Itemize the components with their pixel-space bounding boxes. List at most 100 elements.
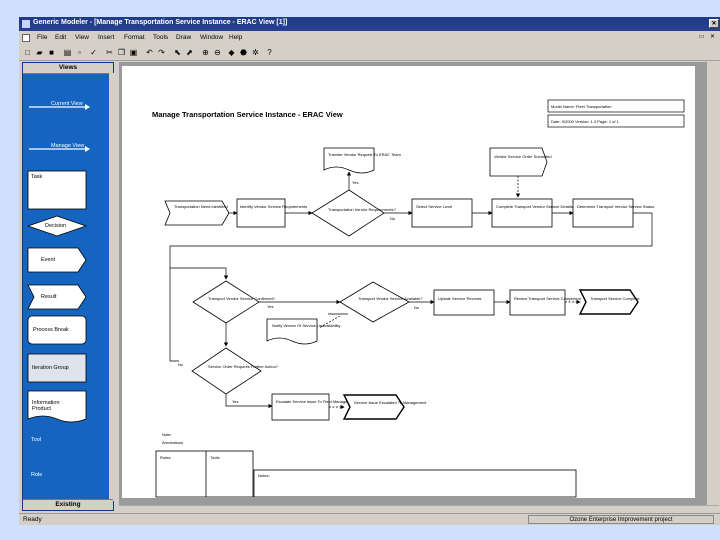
stencil-scrollbar[interactable]	[109, 73, 114, 501]
decision3-label: Transport Vendor Service Available?	[358, 296, 423, 301]
redo-icon[interactable]: ↷	[157, 48, 166, 57]
stencil-panel: Views Current View Manage View Task Deci…	[22, 62, 114, 511]
legend-roles: Roles:	[160, 455, 171, 460]
task-review-label: Review Transport Service Completion	[514, 296, 581, 301]
open-icon[interactable]: ▰	[35, 48, 44, 57]
event-top-label: Vendor Service Order Submitted	[494, 154, 552, 159]
yes-label-2: Yes	[267, 304, 274, 309]
decision2-shape[interactable]	[192, 280, 260, 324]
menu-file[interactable]: File	[37, 34, 47, 41]
color-icon[interactable]: ◆	[227, 48, 236, 57]
stencil-role[interactable]: Role	[31, 472, 42, 478]
title-bar: Generic Modeler - [Manage Transportation…	[19, 17, 720, 31]
decision1-shape[interactable]	[311, 189, 385, 237]
task-communicate-label: Complete Transport Vendor Service Detail…	[496, 204, 573, 209]
task-process-shape[interactable]	[433, 289, 495, 316]
no-label-3: No	[178, 362, 184, 367]
stencil-tool[interactable]: Tool	[31, 437, 41, 443]
spell-icon[interactable]: ✓	[89, 48, 98, 57]
process-diagram: Manage Transportation Service Instance -…	[152, 99, 685, 498]
yes-label-3: Yes	[232, 399, 239, 404]
app-window: Generic Modeler - [Manage Transportation…	[19, 17, 720, 525]
notes-sub: Annotations	[162, 440, 183, 445]
menu-bar: File Edit View Insert Format Tools Draw …	[19, 32, 720, 44]
save-icon[interactable]: ■	[47, 48, 56, 57]
result2-shape[interactable]	[342, 394, 405, 420]
close-window-button[interactable]: ✕	[709, 19, 719, 28]
cut-icon[interactable]: ✂	[105, 48, 114, 57]
task-bottom-shape[interactable]	[271, 393, 330, 421]
doc-top-label: Transfer Vendor Request To ERAC Team	[328, 152, 402, 157]
toolbar: □ ▰ ■ ▤ ▫ ✓ ✂ ❐ ▣ ↶ ↷ ⬉ ⬈ ⊕ ⊖ ◆ ⬣ ✲ ?	[19, 46, 720, 61]
task-review-shape[interactable]	[509, 289, 566, 316]
no-label-1: No	[390, 216, 396, 221]
legend-notes: Notes:	[258, 473, 270, 478]
preview-icon[interactable]: ▫	[75, 48, 84, 57]
horizontal-scrollbar[interactable]	[119, 505, 719, 513]
vertical-scrollbar[interactable]	[708, 62, 719, 505]
diagram-page[interactable]: Manage Transportation Service Instance -…	[122, 66, 695, 498]
paste-icon[interactable]: ▣	[129, 48, 138, 57]
task-determine-label: Determine Transport Vendor Service Statu…	[577, 204, 654, 209]
decision4-label: Service Order Requires Further Action?	[208, 364, 279, 369]
legend-notes-box	[253, 469, 577, 498]
menu-insert[interactable]: Insert	[98, 34, 114, 41]
new-icon[interactable]: □	[23, 48, 32, 57]
restore-icon[interactable]: ▭	[697, 33, 706, 42]
menu-tools[interactable]: Tools	[153, 34, 168, 41]
diagram-title: Manage Transportation Service Instance -…	[152, 110, 343, 119]
stencil-iteration-group[interactable]: Iteration Group	[32, 365, 69, 371]
help-icon[interactable]: ?	[265, 48, 274, 57]
result1-shape[interactable]	[578, 289, 639, 315]
decision3-shape[interactable]	[339, 281, 410, 323]
menu-format[interactable]: Format	[124, 34, 145, 41]
event-top-shape[interactable]	[489, 147, 548, 177]
result2-label: Service Issue Escalated To Management	[354, 400, 427, 405]
stencil-manage-view[interactable]: Manage View	[51, 143, 84, 149]
stencil-task[interactable]: Task	[31, 174, 42, 180]
menu-help[interactable]: Help	[229, 34, 242, 41]
decision1-label: Transportation Vendor Requirements?	[328, 207, 396, 212]
task-select-label: Select Service Level	[416, 204, 452, 209]
connector-icon[interactable]: ⬈	[185, 48, 194, 57]
app-icon	[22, 20, 30, 28]
task-bottom-label: Escalate Service Issue To Fleet Manageme…	[276, 399, 357, 404]
stencil-result[interactable]: Result	[41, 294, 57, 300]
status-text: Ready	[23, 516, 42, 523]
stencil-current-view[interactable]: Current View	[51, 101, 83, 107]
stop-icon[interactable]: ⬣	[239, 48, 248, 57]
task-process-label: Update Service Records	[438, 296, 481, 301]
stencil-information-product[interactable]: Information Product	[32, 400, 76, 412]
stencil-event[interactable]: Event	[41, 257, 55, 263]
info-line-2: Date: 9/2000 Version: 1.0 Page: 1 of 1	[551, 119, 620, 124]
status-bar: Ready Ozone Enterprise Improvement proje…	[19, 513, 720, 525]
connector	[169, 212, 653, 362]
stencil-process-break[interactable]: Process Break	[33, 327, 69, 333]
print-icon[interactable]: ▤	[63, 48, 72, 57]
info-line-1: Model Name: Fleet Transportation	[551, 104, 611, 109]
undo-icon[interactable]: ↶	[145, 48, 154, 57]
status-project: Ozone Enterprise Improvement project	[528, 515, 714, 524]
task1-label: Identify Vendor Service Requirements	[240, 204, 307, 209]
zoom-out-icon[interactable]: ⊖	[213, 48, 222, 57]
notes-label: Note:	[162, 432, 172, 437]
menu-view[interactable]: View	[75, 34, 89, 41]
menu-draw[interactable]: Draw	[176, 34, 191, 41]
stencil-footer[interactable]: Existing	[23, 499, 113, 510]
menu-window[interactable]: Window	[200, 34, 223, 41]
result1-label: Transport Service Complete	[590, 296, 640, 301]
decision2-label: Transport Vendor Service Confirmed?	[208, 296, 276, 301]
pointer-icon[interactable]: ⬉	[173, 48, 182, 57]
close-document-icon[interactable]: ✕	[708, 33, 717, 42]
zoom-in-icon[interactable]: ⊕	[201, 48, 210, 57]
document-icon	[22, 34, 30, 42]
settings-icon[interactable]: ✲	[251, 48, 260, 57]
start-event-label: Transportation Need Identified	[174, 204, 228, 209]
yes-label-1: Yes	[352, 180, 359, 185]
menu-edit[interactable]: Edit	[55, 34, 66, 41]
drawing-area: Manage Transportation Service Instance -…	[119, 62, 707, 505]
stencil-decision[interactable]: Decision	[45, 223, 66, 229]
copy-icon[interactable]: ❐	[117, 48, 126, 57]
decision4-shape[interactable]	[191, 347, 262, 395]
doc-mid-label: Notify Vendor Of Service Unavailability	[272, 323, 340, 328]
